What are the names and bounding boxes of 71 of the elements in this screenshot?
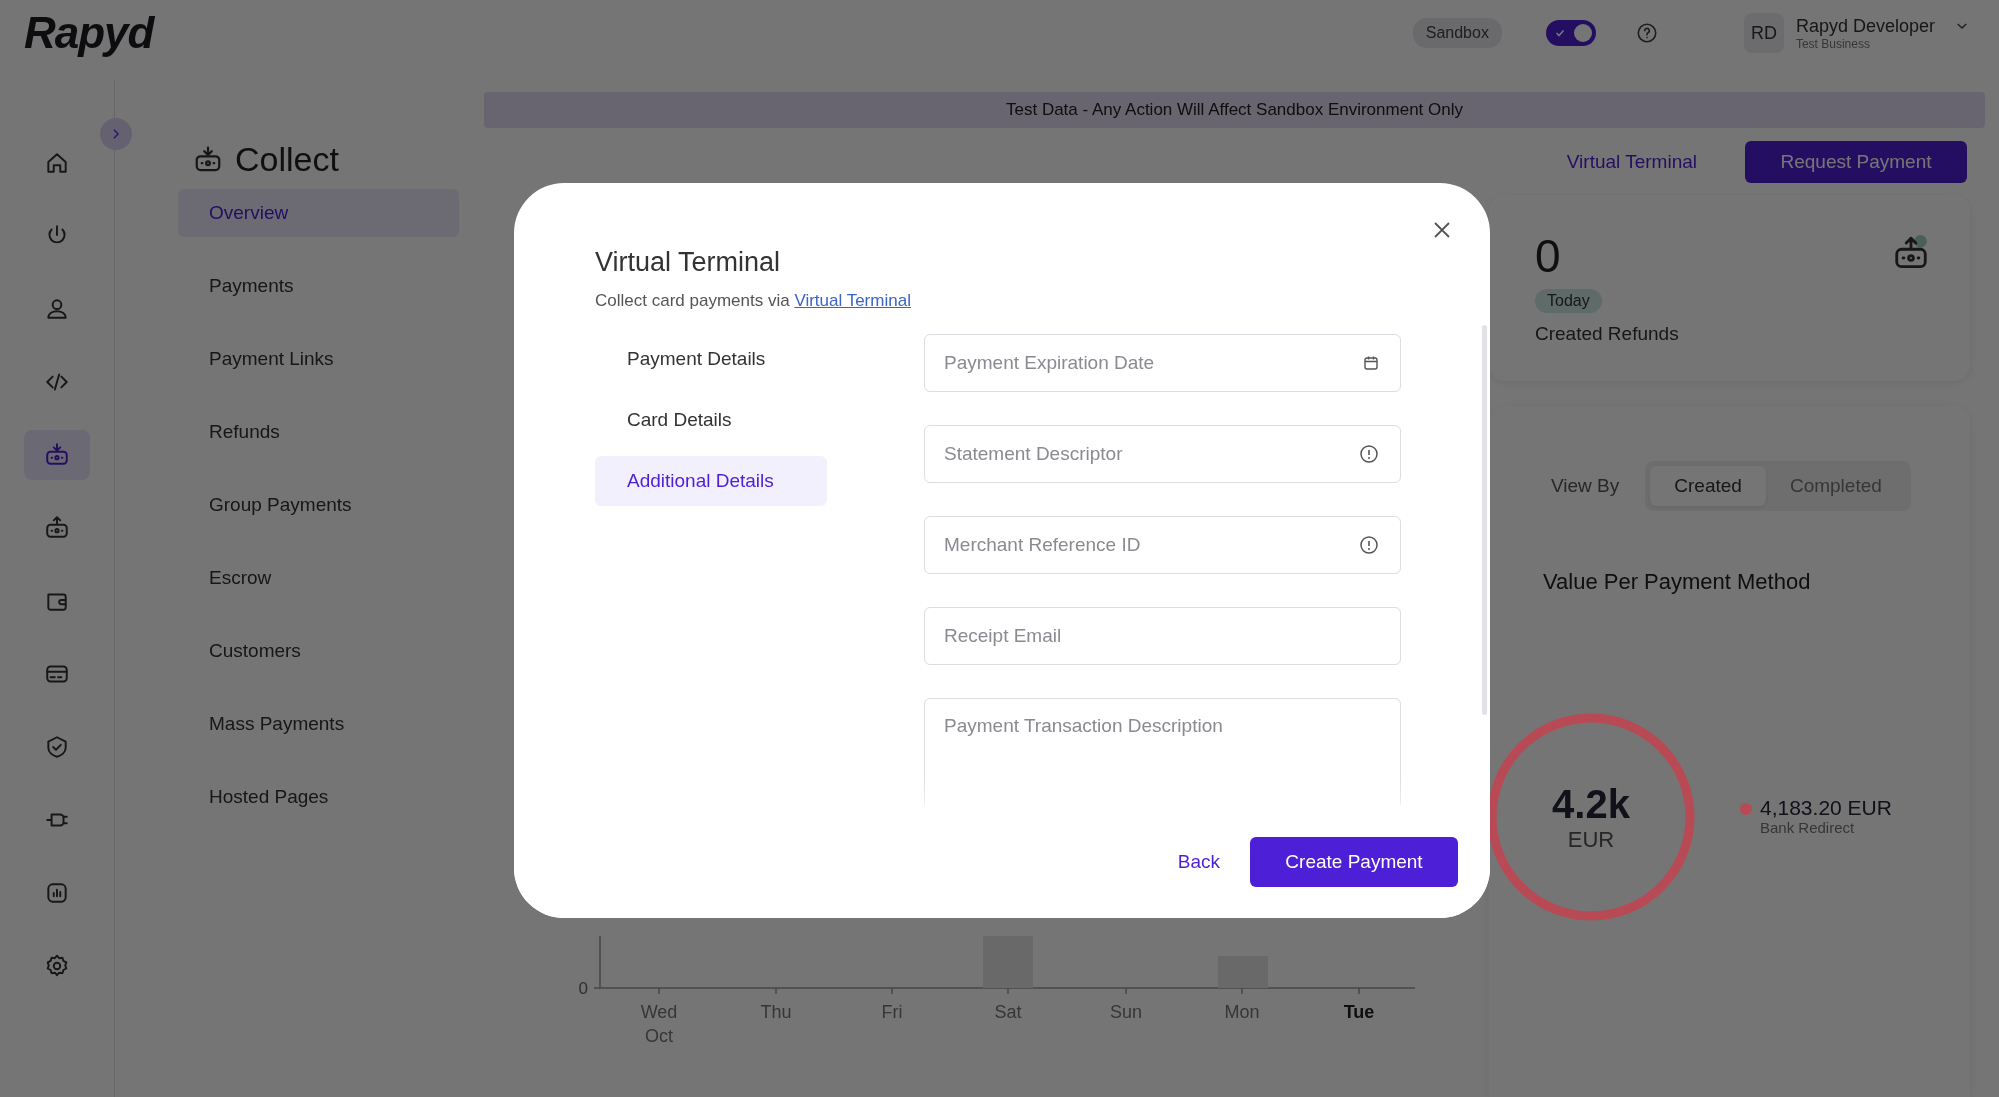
money-in-icon [44, 442, 70, 468]
day-label: Sun [1110, 1002, 1142, 1022]
info-icon [1359, 444, 1379, 464]
chart-title: Value Per Payment Method [1543, 569, 1812, 595]
description-field[interactable]: Payment Transaction Description [924, 698, 1401, 805]
card-label: Created Refunds [1535, 323, 1679, 345]
date-field[interactable]: Payment Expiration Date [924, 334, 1401, 392]
day-label: Fri [881, 1002, 903, 1022]
day-label: Thu [760, 1002, 792, 1022]
avatar: RD [1743, 13, 1784, 53]
business-name: Test Business [1795, 36, 1871, 51]
virtual-terminal-link[interactable]: Virtual Terminal [794, 291, 911, 310]
day-label: Tue [1343, 1002, 1375, 1022]
sidebar-item[interactable]: Group Payments [178, 481, 459, 529]
settings-icon [44, 953, 70, 979]
help-icon [1635, 22, 1658, 44]
sidebar-item[interactable]: Escrow [178, 554, 459, 602]
axis-label: 0 [578, 979, 588, 998]
dialog-subtitle: Collect card payments via Virtual Terminal [595, 291, 912, 311]
sidebar-item[interactable]: Mass Payments [178, 700, 459, 748]
logo[interactable]: Rapyd [24, 8, 154, 58]
sandbox-toggle[interactable] [1545, 20, 1596, 46]
scrollbar[interactable] [1482, 325, 1487, 715]
back-button[interactable]: Back [1177, 850, 1220, 873]
notice-banner: Test Data - Any Action Will Affect Sandbox Environment Only [484, 92, 1985, 128]
user-menu[interactable]: RD Rapyd Developer Test Business [1743, 13, 1969, 53]
sidebar-item[interactable]: Payments [178, 262, 459, 310]
month-label: Oct [645, 1026, 673, 1046]
sidebar-item[interactable]: Overview [178, 189, 459, 237]
request-payment-button[interactable]: Request Payment [1745, 141, 1967, 183]
legend-method: Bank Redirect [1760, 819, 1856, 837]
shield-check-icon [44, 734, 70, 760]
day-label: Wed [640, 1002, 678, 1022]
info-icon [1359, 535, 1379, 555]
user-name: Rapyd Developer [1795, 15, 1935, 37]
day-label: Sat [994, 1002, 1022, 1022]
check-icon [1554, 28, 1565, 38]
chart-bar [983, 936, 1033, 988]
currency-label: EUR [1567, 826, 1615, 853]
section-title: Collect [235, 140, 339, 179]
home-icon [44, 150, 70, 176]
view-by-label: View By [1551, 475, 1620, 497]
calendar-icon [1363, 355, 1379, 371]
environment-badge: Sandbox [1412, 18, 1502, 48]
input-field[interactable]: Receipt Email [924, 607, 1401, 665]
money-in-nav-button[interactable] [24, 430, 90, 480]
input-field[interactable]: Statement Descriptor [924, 425, 1401, 483]
sidebar-item[interactable]: Hosted Pages [178, 773, 459, 821]
chart-bar [1218, 956, 1268, 988]
close-icon [1432, 220, 1452, 240]
input-field[interactable]: Merchant Reference ID [924, 516, 1401, 574]
sidebar-item[interactable]: Refunds [178, 408, 459, 456]
view-option[interactable]: Created [1650, 466, 1766, 506]
create-payment-button[interactable]: Create Payment [1250, 836, 1458, 887]
step-tab[interactable]: Additional Details [595, 456, 827, 506]
user-icon [44, 296, 70, 322]
close-button[interactable] [1432, 220, 1452, 240]
bar-chart-icon [44, 880, 70, 906]
dialog-title: Virtual Terminal [595, 247, 782, 278]
step-tab[interactable]: Payment Details [595, 334, 827, 384]
money-out-icon [44, 515, 70, 541]
step-tab[interactable]: Card Details [595, 395, 827, 445]
sidebar-item[interactable]: Customers [178, 627, 459, 675]
legend-amount: 4,183.20 EUR [1760, 797, 1892, 819]
view-option[interactable]: Completed [1765, 466, 1906, 506]
day-label: Mon [1224, 1002, 1260, 1022]
virtual-terminal-link[interactable]: Virtual Terminal [1566, 151, 1697, 173]
refund-count: 0 [1535, 231, 1562, 281]
period-badge: Today [1535, 289, 1602, 313]
sidebar-item[interactable]: Payment Links [178, 335, 459, 383]
total-value: 4.2k [1552, 781, 1630, 827]
